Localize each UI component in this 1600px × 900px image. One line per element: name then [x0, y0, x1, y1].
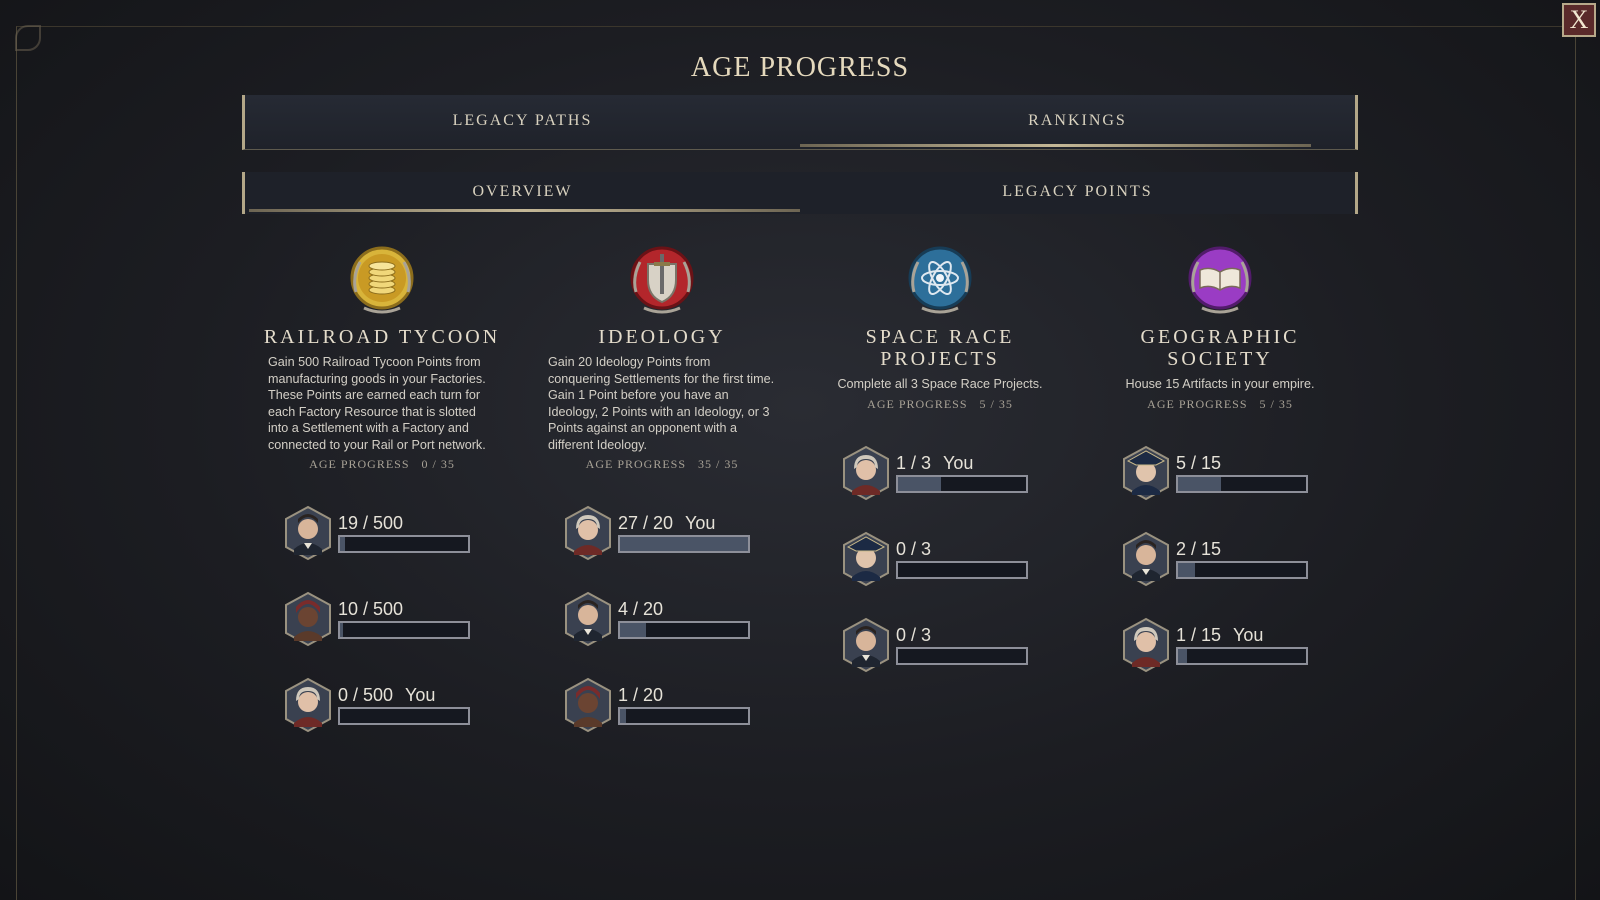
progress-bar: [896, 646, 1028, 665]
ranking-score: 27 / 20: [618, 513, 674, 533]
progress-bar: [618, 707, 750, 725]
ranking-row: 27 / 20 You: [542, 490, 782, 576]
legacy-path-geographic-society: GEOGRAPHIC SOCIETY House 15 Artifacts in…: [1100, 240, 1340, 688]
ranking-score: 4 / 20: [618, 599, 664, 619]
leader-portrait-woman-headwrap: [284, 591, 332, 647]
leader-portrait-elder: [842, 445, 890, 501]
progress-bar-fill: [620, 709, 627, 723]
progress-bar: [338, 535, 470, 553]
progress-bar: [618, 535, 750, 553]
shield-sword-icon: [622, 240, 702, 320]
ranking-score: 1 / 3: [896, 452, 932, 473]
leader-portrait-man: [284, 505, 332, 561]
ranking-row: 0 / 3: [820, 602, 1060, 688]
legacy-path-title: RAILROAD TYCOON: [263, 326, 501, 348]
progress-bar-fill: [620, 623, 646, 637]
progress-bar-fill: [340, 537, 345, 551]
ranking-row: 10 / 500: [262, 576, 502, 662]
age-progress-label: AGE PROGRESS 5 / 35: [1147, 396, 1293, 411]
progress-bar-fill: [1178, 648, 1187, 663]
page-title: AGE PROGRESS: [690, 52, 910, 83]
ranking-score: 2 / 15: [1176, 538, 1222, 559]
legacy-path-railroad-tycoon: RAILROAD TYCOON Gain 500 Railroad Tycoon…: [262, 240, 502, 748]
leader-portrait-tricorn: [1122, 445, 1170, 501]
legacy-path-title: SPACE RACE PROJECTS: [865, 326, 1015, 370]
tab-rankings[interactable]: RANKINGS: [800, 95, 1355, 149]
sub-tabbar: OVERVIEW LEGACY POINTS: [242, 172, 1358, 214]
progress-bar: [1176, 474, 1308, 493]
ranking-row: 1 / 3 You: [820, 430, 1060, 516]
ranking-row: 19 / 500: [262, 490, 502, 576]
you-label: You: [405, 685, 436, 705]
progress-bar: [1176, 560, 1308, 579]
ranking-row: 2 / 15: [1100, 516, 1340, 602]
progress-bar: [1176, 646, 1308, 665]
ranking-row: 4 / 20: [542, 576, 782, 662]
legacy-path-title: GEOGRAPHIC SOCIETY: [1140, 326, 1300, 370]
tab-legacy-points[interactable]: LEGACY POINTS: [800, 172, 1355, 214]
age-progress-label: AGE PROGRESS 5 / 35: [867, 396, 1013, 411]
progress-bar: [896, 474, 1028, 493]
leader-portrait-elder: [1122, 617, 1170, 673]
legacy-path-space-race-projects: SPACE RACE PROJECTS Complete all 3 Space…: [820, 240, 1060, 688]
leader-portrait-man: [1122, 531, 1170, 587]
progress-bar: [896, 560, 1028, 579]
legacy-path-description: Gain 500 Railroad Tycoon Points from man…: [268, 355, 486, 452]
leader-portrait-man: [564, 591, 612, 647]
ranking-row: 5 / 15: [1100, 430, 1340, 516]
legacy-path-description: House 15 Artifacts in your empire.: [1125, 377, 1315, 391]
you-label: You: [1233, 624, 1264, 645]
ranking-row: 1 / 15 You: [1100, 602, 1340, 688]
you-label: You: [943, 452, 974, 473]
leader-portrait-elder: [284, 677, 332, 733]
legacy-path-ideology: IDEOLOGY Gain 20 Ideology Points from co…: [542, 240, 782, 748]
progress-bar: [338, 621, 470, 639]
ranking-row: 0 / 500 You: [262, 662, 502, 748]
progress-bar-fill: [620, 537, 748, 551]
progress-bar-fill: [1178, 476, 1221, 491]
legacy-path-description: Complete all 3 Space Race Projects.: [837, 377, 1043, 391]
frame-ornament: [15, 25, 41, 51]
close-button[interactable]: X: [1562, 3, 1596, 37]
ranking-score: 0 / 3: [896, 538, 932, 559]
ranking-score: 5 / 15: [1176, 452, 1222, 473]
tab-legacy-paths[interactable]: LEGACY PATHS: [245, 95, 800, 149]
atom-icon: [900, 240, 980, 320]
progress-bar-fill: [898, 476, 941, 491]
leader-portrait-man: [842, 617, 890, 673]
ranking-score: 1 / 15: [1176, 624, 1222, 645]
ranking-score: 0 / 500: [338, 685, 394, 705]
tab-overview[interactable]: OVERVIEW: [245, 172, 800, 214]
main-tabbar: LEGACY PATHS RANKINGS: [242, 95, 1358, 150]
progress-bar-fill: [1178, 562, 1196, 577]
ranking-row: 1 / 20: [542, 662, 782, 748]
ranking-row: 0 / 3: [820, 516, 1060, 602]
legacy-path-description: Gain 20 Ideology Points from conquering …: [548, 355, 775, 452]
leader-portrait-elder: [564, 505, 612, 561]
age-progress-label: AGE PROGRESS 0 / 35: [309, 457, 455, 471]
progress-bar: [338, 707, 470, 725]
ranking-score: 0 / 3: [896, 624, 932, 645]
open-book-icon: [1180, 240, 1260, 320]
window-frame: [15, 25, 1576, 900]
ranking-score: 19 / 500: [338, 513, 404, 533]
coin-stack-icon: [342, 240, 422, 320]
progress-bar-fill: [340, 623, 343, 637]
progress-bar: [618, 621, 750, 639]
you-label: You: [685, 513, 716, 533]
ranking-score: 1 / 20: [618, 685, 664, 705]
leader-portrait-tricorn: [842, 531, 890, 587]
age-progress-label: AGE PROGRESS 35 / 35: [585, 457, 739, 471]
ranking-score: 10 / 500: [338, 599, 404, 619]
leader-portrait-woman-headwrap: [564, 677, 612, 733]
legacy-path-title: IDEOLOGY: [598, 326, 726, 348]
